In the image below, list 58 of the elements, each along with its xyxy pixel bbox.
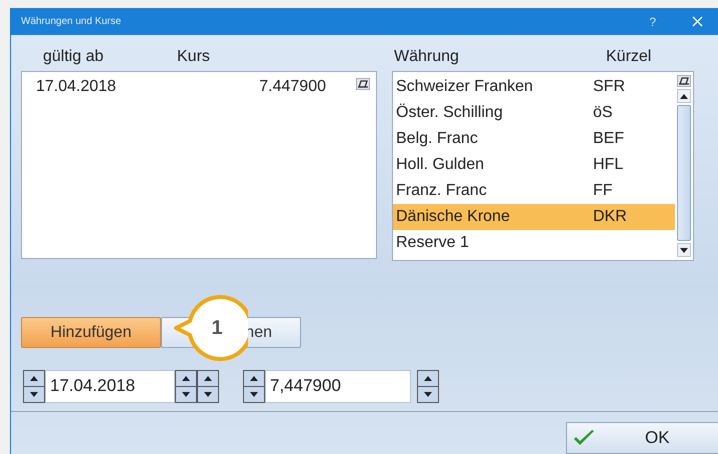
- currency-row[interactable]: Holl. Gulden HFL: [393, 152, 675, 178]
- currency-row[interactable]: Franz. Franc FF: [393, 178, 675, 204]
- currency-code: BEF: [593, 130, 626, 148]
- currency-name: Holl. Gulden: [395, 156, 486, 174]
- rate-cell-text: 7.447900: [258, 78, 326, 96]
- up-arrow-icon: [182, 376, 190, 380]
- currency-code: DKR: [593, 208, 628, 226]
- currency-code: SFR: [593, 78, 626, 96]
- up-arrow-icon: [30, 376, 38, 380]
- window-title: Währungen und Kurse: [21, 16, 122, 27]
- currency-code: FF: [593, 182, 614, 200]
- down-arrow-icon: [182, 392, 190, 396]
- up-arrow-icon: [204, 376, 212, 380]
- add-button[interactable]: Hinzufügen: [21, 317, 161, 348]
- scroll-down-button[interactable]: [677, 243, 691, 257]
- spin-buttons[interactable]: [23, 370, 45, 402]
- currency-row[interactable]: Dänische Krone DKR: [393, 204, 675, 230]
- checkmark-icon: [573, 429, 595, 447]
- currency-name: Öster. Schilling: [395, 104, 504, 122]
- down-arrow-icon: [424, 392, 432, 396]
- currency-row[interactable]: Öster. Schilling öS: [393, 100, 675, 126]
- currency-row[interactable]: Belg. Franc BEF: [393, 126, 675, 152]
- rates-list[interactable]: 17.04.2018 7.447900: [21, 71, 377, 259]
- column-header: Kürzel: [606, 48, 652, 66]
- currency-name: Franz. Franc: [395, 182, 488, 200]
- printer-icon[interactable]: [356, 78, 370, 90]
- down-arrow-icon: [250, 392, 258, 396]
- step-callout: 1: [174, 294, 248, 362]
- printer-icon[interactable]: [677, 75, 691, 87]
- spin-buttons[interactable]: [417, 370, 439, 402]
- currency-list[interactable]: Schweizer Franken SFR Öster. Schilling öS Belg. Franc BEF Holl. Gulden HFL Franz. Franc FF Dänische Krone DKR Reserve 1: [392, 71, 694, 261]
- currency-row[interactable]: Reserve 1: [393, 230, 675, 256]
- down-arrow-icon: [30, 392, 38, 396]
- currency-name: Belg. Franc: [395, 130, 479, 148]
- ok-button[interactable]: OK: [566, 422, 718, 454]
- up-arrow-icon: [680, 94, 688, 98]
- currency-code: öS: [593, 104, 614, 122]
- currency-name: Schweizer Franken: [395, 78, 534, 96]
- up-arrow-icon: [424, 376, 432, 380]
- scrollbar-thumb[interactable]: [677, 105, 691, 241]
- up-arrow-icon: [250, 376, 258, 380]
- currency-code: HFL: [593, 156, 624, 174]
- column-header: gültig ab: [42, 48, 104, 66]
- currency-name: Reserve 1: [395, 234, 470, 252]
- currency-name: Dänische Krone: [395, 208, 511, 226]
- scroll-up-button[interactable]: [677, 89, 691, 103]
- close-icon[interactable]: [692, 16, 703, 27]
- rate-field[interactable]: 7,447900: [265, 370, 411, 402]
- column-header: Kurs: [177, 48, 211, 66]
- down-arrow-icon: [204, 392, 212, 396]
- currency-row[interactable]: Schweizer Franken SFR: [393, 74, 675, 100]
- spin-buttons[interactable]: [197, 370, 219, 402]
- date-cell-text: 17.04.2018: [35, 78, 118, 96]
- date-field[interactable]: 17.04.2018: [45, 370, 175, 402]
- down-arrow-icon: [680, 248, 688, 252]
- spin-buttons[interactable]: [175, 370, 197, 402]
- spin-buttons[interactable]: [243, 370, 265, 402]
- column-header: Währung: [393, 48, 460, 66]
